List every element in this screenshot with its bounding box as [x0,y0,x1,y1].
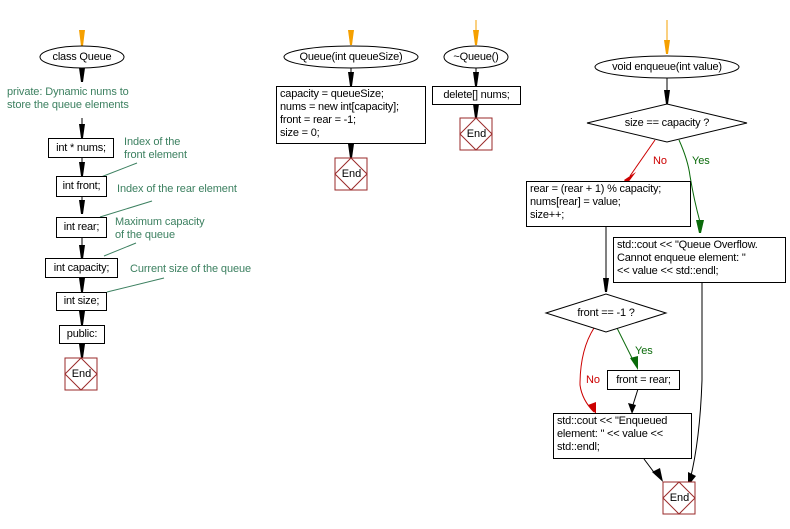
member-front: int front; [56,176,107,197]
branch-no-label-1: No [653,155,667,167]
enqueue-end-label: End [669,492,690,504]
decision-size-capacity-label: size == capacity ? [624,117,710,129]
note-rear: Index of the rear element [117,183,237,195]
public-section: public: [59,325,105,344]
start-arrow-icon [79,30,85,46]
note-front: Index of the front element [124,136,187,161]
destructor-end-label: End [466,128,487,140]
branch-yes-label-2: Yes [635,345,653,357]
set-front-body: front = rear; [607,370,680,390]
no-branch-body: rear = (rear + 1) % capacity; nums[rear]… [526,181,691,227]
constructor-body: capacity = queueSize; nums = new int[cap… [276,86,426,144]
constructor-end-label: End [341,168,362,180]
constructor-start-label: Queue(int queueSize) [299,51,403,63]
class-start-label: class Queue [52,51,112,63]
member-rear: int rear; [56,217,107,238]
branch-yes-label-1: Yes [692,155,710,167]
member-size: int size; [56,292,107,311]
enqueued-body: std::cout << "Enqueued element: " << val… [553,413,692,459]
member-nums: int * nums; [48,138,114,158]
enqueue-start-label: void enqueue(int value) [612,61,722,73]
destructor-start-label: ~Queue() [453,51,499,63]
decision-front-label: front == -1 ? [577,307,635,319]
overflow-body: std::cout << "Queue Overflow. Cannot enq… [613,237,786,283]
note-capacity: Maximum capacity of the queue [115,216,205,241]
branch-no-label-2: No [586,374,600,386]
note-size: Current size of the queue [130,263,252,275]
destructor-body: delete[] nums; [432,86,521,105]
member-capacity: int capacity; [45,258,118,278]
class-end-label: End [71,368,92,380]
private-section-label: private: Dynamic nums to store the queue… [7,86,129,111]
